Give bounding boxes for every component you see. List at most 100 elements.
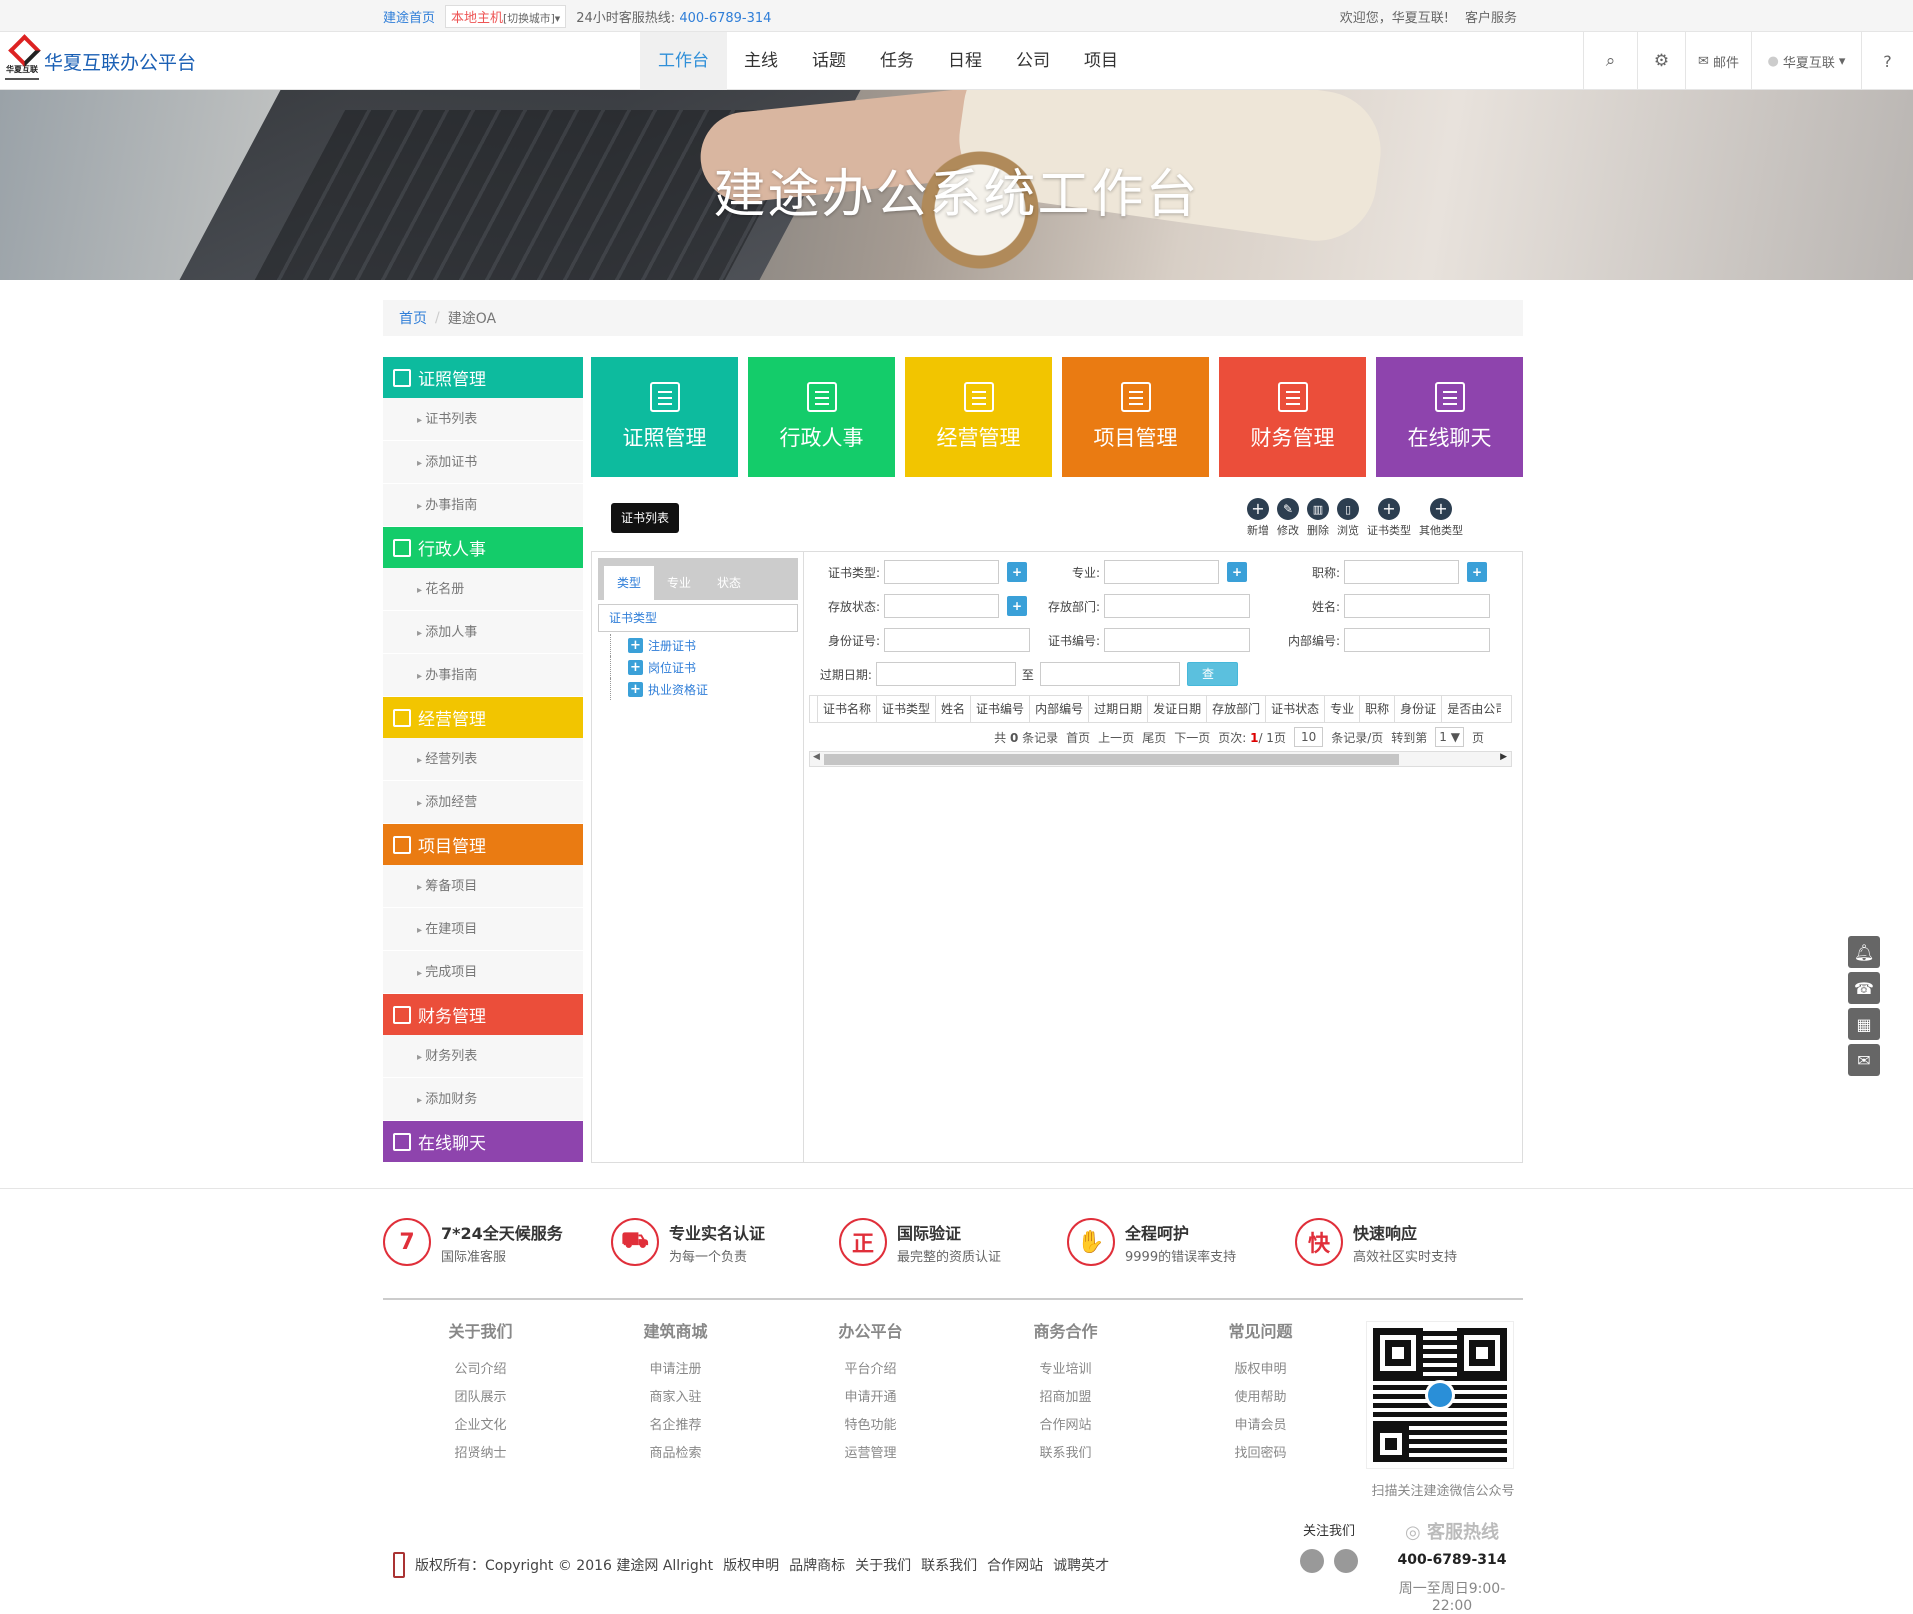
footer-link[interactable]: 使用帮助 xyxy=(1163,1384,1358,1412)
grid-col-major[interactable]: 专业 xyxy=(1324,696,1359,722)
sidebar-group-finance[interactable]: 财务管理 xyxy=(383,994,583,1035)
expiry-to-input[interactable] xyxy=(1039,662,1180,686)
expand-plus-icon[interactable]: + xyxy=(628,659,643,675)
footer-bottom-link[interactable]: 品牌商标 xyxy=(789,1555,845,1575)
scroll-right-arrow-icon[interactable]: ▶ xyxy=(1500,752,1507,762)
footer-link[interactable]: 申请注册 xyxy=(578,1356,773,1384)
grid-col-cert-name[interactable]: 证书名称 xyxy=(817,696,876,722)
expiry-from-input[interactable] xyxy=(875,662,1016,686)
user-menu[interactable]: ● 华夏互联 ▾ xyxy=(1751,32,1861,90)
footer-link[interactable]: 特色功能 xyxy=(773,1412,968,1440)
sidebar-item-cert-list[interactable]: 证书列表 xyxy=(383,398,583,441)
footer-bottom-link[interactable]: 联系我们 xyxy=(921,1555,977,1575)
footer-link[interactable]: 公司介绍 xyxy=(383,1356,578,1384)
sidebar-item-business-list[interactable]: 经营列表 xyxy=(383,738,583,781)
sidebar-item-guide[interactable]: 办事指南 xyxy=(383,654,583,697)
sidebar-item-guide[interactable]: 办事指南 xyxy=(383,484,583,527)
horizontal-scrollbar[interactable]: ◀ ▶ xyxy=(809,751,1512,767)
major-input[interactable] xyxy=(1104,560,1219,584)
sidebar-item-add-cert[interactable]: 添加证书 xyxy=(383,441,583,484)
next-page-link[interactable]: 下一页 xyxy=(1174,729,1210,746)
grid-col-id[interactable]: 身份证 xyxy=(1394,696,1441,722)
tree-header[interactable]: 证书类型 xyxy=(598,604,798,632)
per-page-input[interactable]: 10 xyxy=(1293,727,1324,747)
tile-hr[interactable]: 行政人事 xyxy=(748,357,895,477)
id-no-input[interactable] xyxy=(884,628,1030,652)
grid-col-name[interactable]: 姓名 xyxy=(935,696,970,722)
add-storage-status-icon[interactable]: + xyxy=(1007,596,1027,616)
grid-col-cert-type[interactable]: 证书类型 xyxy=(876,696,935,722)
tree-node-practice-cert[interactable]: + 执业资格证 xyxy=(608,678,708,700)
grid-col-storage-dept[interactable]: 存放部门 xyxy=(1206,696,1265,722)
city-switcher[interactable]: 本地主机[切换城市]▾ xyxy=(445,4,567,28)
footer-link[interactable]: 找回密码 xyxy=(1163,1440,1358,1468)
footer-link[interactable]: 招贤纳士 xyxy=(383,1440,578,1468)
add-title-icon[interactable]: + xyxy=(1467,562,1487,582)
qq-button[interactable]: 🔔︎ xyxy=(1848,936,1880,968)
tile-chat[interactable]: 在线聊天 xyxy=(1376,357,1523,477)
storage-dept-input[interactable] xyxy=(1104,594,1250,618)
mail-button[interactable]: ✉ 邮件 xyxy=(1685,32,1751,90)
footer-bottom-link[interactable]: 版权申明 xyxy=(723,1555,779,1575)
title-input[interactable] xyxy=(1344,560,1459,584)
nav-item-projects[interactable]: 项目 xyxy=(1067,32,1135,90)
edit-button[interactable]: ✎ 修改 xyxy=(1277,498,1299,538)
sidebar-item-roster[interactable]: 花名册 xyxy=(383,568,583,611)
footer-bottom-link[interactable]: 合作网站 xyxy=(987,1555,1043,1575)
tab-status[interactable]: 状态 xyxy=(704,566,754,600)
tree-node-post-cert[interactable]: + 岗位证书 xyxy=(608,656,708,678)
add-button[interactable]: + 新增 xyxy=(1247,498,1269,538)
weibo-icon[interactable] xyxy=(1300,1549,1324,1573)
grid-col-issue-date[interactable]: 发证日期 xyxy=(1147,696,1206,722)
first-page-link[interactable]: 首页 xyxy=(1066,729,1090,746)
tab-type[interactable]: 类型 xyxy=(604,566,655,600)
goto-page-select[interactable]: 1 ▼ xyxy=(1435,727,1464,747)
sidebar-item-add-hr[interactable]: 添加人事 xyxy=(383,611,583,654)
footer-bottom-link[interactable]: 关于我们 xyxy=(855,1555,911,1575)
sidebar-group-projects[interactable]: 项目管理 xyxy=(383,824,583,865)
nav-item-topics[interactable]: 话题 xyxy=(795,32,863,90)
tree-node-registered-cert[interactable]: + 注册证书 xyxy=(608,634,708,656)
footer-link[interactable]: 商品检索 xyxy=(578,1440,773,1468)
settings-button[interactable]: ⚙ xyxy=(1637,32,1685,90)
footer-link[interactable]: 名企推荐 xyxy=(578,1412,773,1440)
footer-link[interactable]: 申请开通 xyxy=(773,1384,968,1412)
storage-status-input[interactable] xyxy=(884,594,999,618)
sidebar-group-certificates[interactable]: 证照管理 xyxy=(383,357,583,398)
home-link[interactable]: 建途首页 xyxy=(383,7,435,26)
query-button[interactable]: 查询 xyxy=(1186,662,1239,703)
sidebar-item-finance-list[interactable]: 财务列表 xyxy=(383,1035,583,1078)
sidebar-group-chat[interactable]: 在线聊天 xyxy=(383,1121,583,1162)
footer-link[interactable]: 运营管理 xyxy=(773,1440,968,1468)
tile-finance[interactable]: 财务管理 xyxy=(1219,357,1366,477)
sidebar-group-business[interactable]: 经营管理 xyxy=(383,697,583,738)
expand-plus-icon[interactable]: + xyxy=(628,637,643,653)
expand-plus-icon[interactable]: + xyxy=(628,681,643,697)
sidebar-item-ongoing-projects[interactable]: 在建项目 xyxy=(383,908,583,951)
other-type-button[interactable]: + 其他类型 xyxy=(1419,498,1463,538)
footer-link[interactable]: 版权申明 xyxy=(1163,1356,1358,1384)
footer-bottom-link[interactable]: 诚聘英才 xyxy=(1053,1555,1109,1575)
customer-service-link[interactable]: 客户服务 xyxy=(1465,7,1517,26)
tile-certificates[interactable]: 证照管理 xyxy=(591,357,738,477)
qrcode-button[interactable]: ▦ xyxy=(1848,1008,1880,1040)
footer-link[interactable]: 平台介绍 xyxy=(773,1356,968,1384)
grid-col-status[interactable]: 证书状态 xyxy=(1265,696,1324,722)
search-button[interactable]: ⌕ xyxy=(1583,32,1637,90)
footer-link[interactable]: 专业培训 xyxy=(968,1356,1163,1384)
phone-button[interactable]: ☎ xyxy=(1848,972,1880,1004)
footer-link[interactable]: 团队展示 xyxy=(383,1384,578,1412)
footer-link[interactable]: 联系我们 xyxy=(968,1440,1163,1468)
prev-page-link[interactable]: 上一页 xyxy=(1098,729,1134,746)
footer-link[interactable]: 商家入驻 xyxy=(578,1384,773,1412)
tab-major[interactable]: 专业 xyxy=(654,566,704,600)
nav-item-schedule[interactable]: 日程 xyxy=(931,32,999,90)
logo[interactable]: 华夏互联 xyxy=(4,38,40,84)
add-cert-type-icon[interactable]: + xyxy=(1007,562,1027,582)
cert-no-input[interactable] xyxy=(1104,628,1250,652)
grid-col-title[interactable]: 职称 xyxy=(1359,696,1394,722)
scroll-left-arrow-icon[interactable]: ◀ xyxy=(813,752,820,762)
grid-col-company[interactable]: 是否由公司 xyxy=(1441,696,1501,722)
nav-item-tasks[interactable]: 任务 xyxy=(863,32,931,90)
sidebar-item-planned-projects[interactable]: 筹备项目 xyxy=(383,865,583,908)
